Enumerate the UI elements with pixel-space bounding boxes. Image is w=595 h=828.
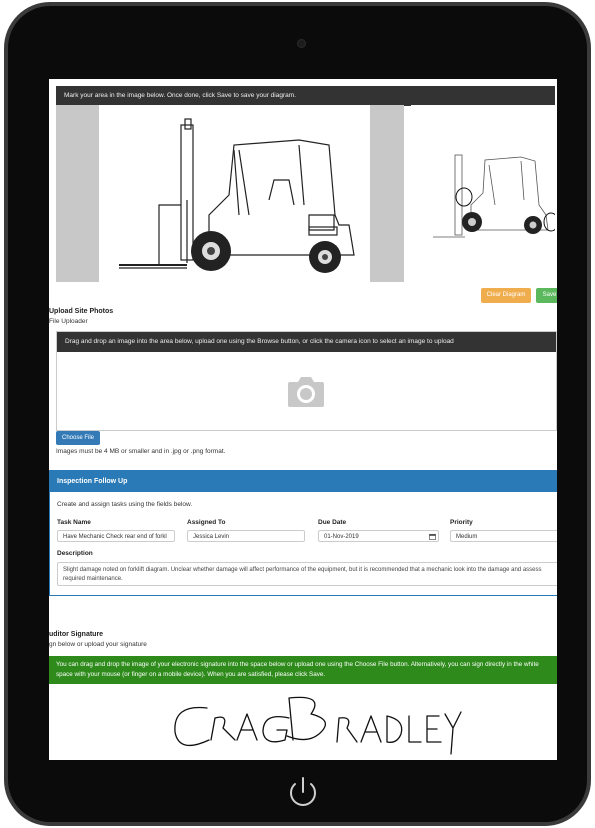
camera-icon[interactable] xyxy=(286,374,326,408)
signature-pad[interactable] xyxy=(49,684,557,760)
upload-section-subtitle: File Uploader xyxy=(49,318,88,325)
priority-label: Priority xyxy=(450,519,473,526)
description-field[interactable]: Slight damage noted on forklift diagram.… xyxy=(57,562,557,586)
tablet-device: Mark your area in the image below. Once … xyxy=(0,0,595,828)
signature-instruction: You can drag and drop the image of your … xyxy=(49,656,557,684)
forklift-image xyxy=(119,118,355,273)
calendar-icon[interactable] xyxy=(429,533,436,540)
image-size-note: Images must be 4 MB or smaller and in .j… xyxy=(56,448,226,455)
upload-instruction: Drag and drop an image into the area bel… xyxy=(57,332,556,352)
power-icon[interactable] xyxy=(283,772,323,812)
assigned-to-field[interactable]: Jessica Levin xyxy=(187,530,305,542)
assigned-to-label: Assigned To xyxy=(187,519,226,526)
signature-section-title: uditor Signature xyxy=(49,631,104,638)
photo-uploader: Drag and drop an image into the area bel… xyxy=(56,331,557,431)
diagram-thumbnail[interactable] xyxy=(411,105,557,282)
follow-up-title: Inspection Follow Up xyxy=(50,471,557,492)
app-screen: Mark your area in the image below. Once … xyxy=(49,79,557,760)
diagram-canvas[interactable] xyxy=(56,105,404,282)
save-diagram-button[interactable]: Save xyxy=(536,288,557,303)
follow-up-intro: Create and assign tasks using the fields… xyxy=(57,501,193,508)
photo-dropzone[interactable] xyxy=(57,352,556,430)
task-name-field[interactable]: Have Mechanic Check rear end of forkl xyxy=(57,530,175,542)
inspection-follow-up-panel: Inspection Follow Up Create and assign t… xyxy=(49,470,557,596)
due-date-label: Due Date xyxy=(318,519,347,526)
description-label: Description xyxy=(57,550,93,557)
forklift-thumbnail-image xyxy=(433,154,557,238)
task-name-label: Task Name xyxy=(57,519,91,526)
handwritten-signature xyxy=(174,696,462,755)
choose-file-button[interactable]: Choose File xyxy=(56,431,100,445)
signature-section-subtitle: gn below or upload your signature xyxy=(49,641,147,648)
due-date-field[interactable]: 01-Nov-2019 xyxy=(318,530,439,542)
diagram-instruction: Mark your area in the image below. Once … xyxy=(56,86,555,106)
due-date-value: 01-Nov-2019 xyxy=(324,534,359,540)
forklift-diagram-editor: Mark your area in the image below. Once … xyxy=(56,86,557,362)
upload-section-title: Upload Site Photos xyxy=(49,308,114,315)
clear-diagram-button[interactable]: Clear Diagram xyxy=(481,288,531,303)
priority-select[interactable]: Medium xyxy=(450,530,557,542)
front-camera xyxy=(297,39,306,48)
